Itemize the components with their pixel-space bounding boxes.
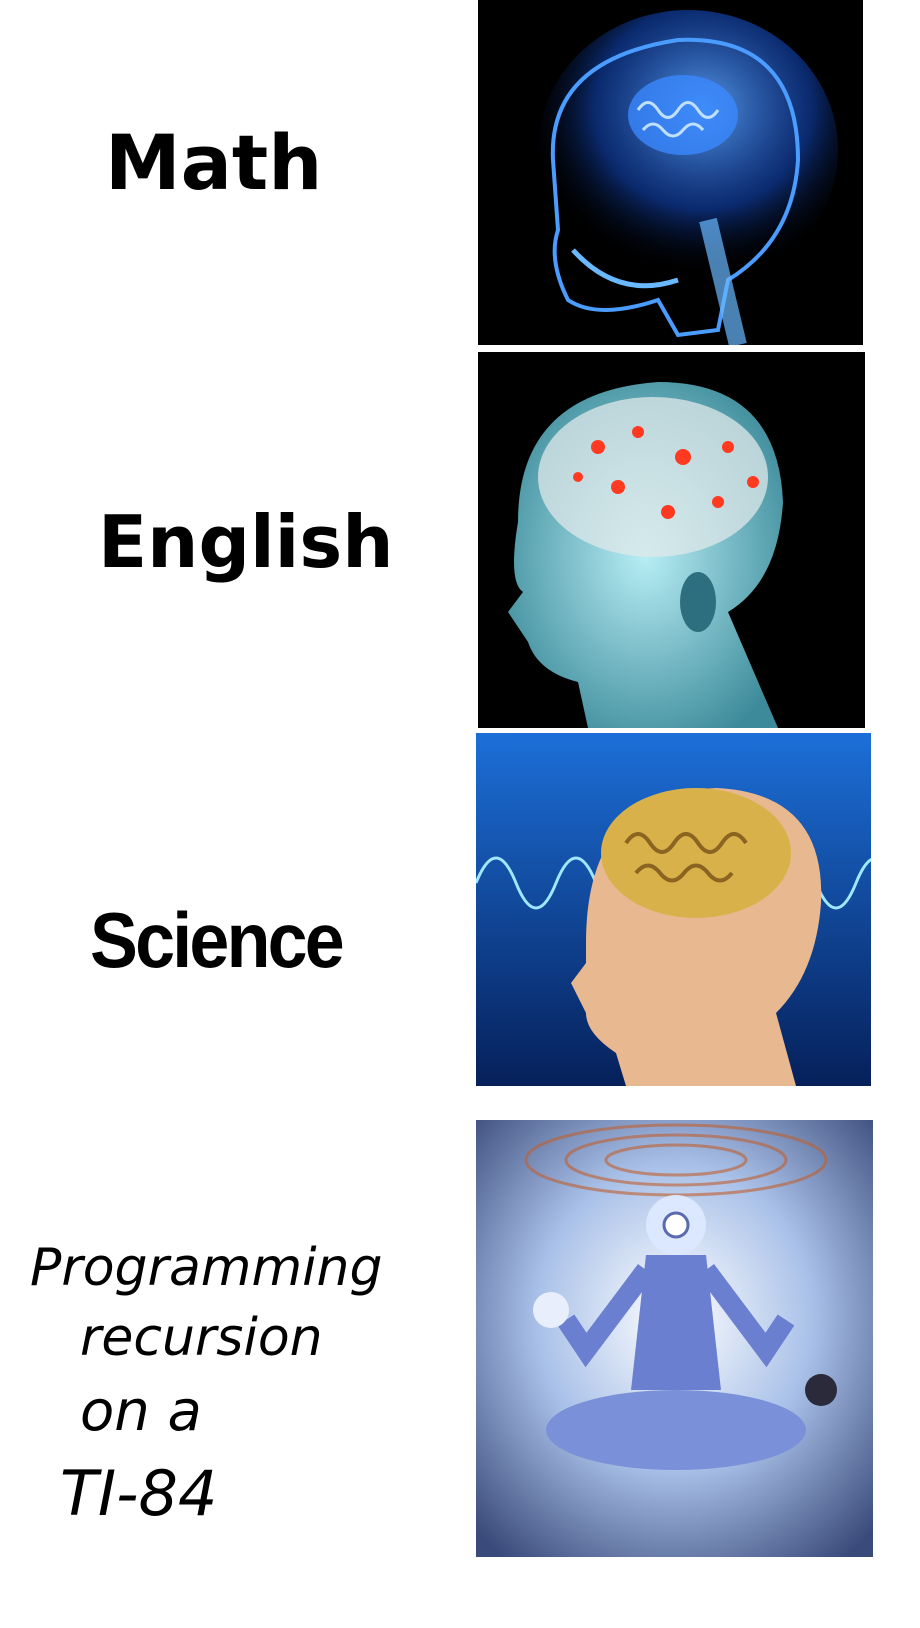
handwritten-line-1: Programming	[30, 1245, 383, 1298]
panel-skull-brain	[478, 0, 863, 345]
handwritten-line-3: on a	[80, 1379, 202, 1444]
handwritten-line-4: TI-84	[60, 1457, 217, 1530]
handwritten-programming-text: Programming recursion on a TI-84	[30, 1245, 383, 1530]
panel-cosmic-figure	[476, 1120, 873, 1557]
golden-brain-waves-image	[476, 733, 871, 1086]
english-label: English	[98, 500, 394, 584]
glowing-brain-head-image	[478, 352, 865, 728]
science-label: Science	[90, 896, 345, 984]
skull-brain-image	[478, 0, 863, 345]
math-label: Math	[105, 118, 323, 207]
cosmic-meditating-figure-image	[476, 1120, 873, 1557]
programming-label: Programming recursion on a TI-84	[25, 1245, 445, 1565]
panel-golden-brain	[476, 733, 871, 1086]
handwritten-line-2: recursion	[80, 1308, 323, 1368]
panel-brain-head	[478, 352, 865, 728]
